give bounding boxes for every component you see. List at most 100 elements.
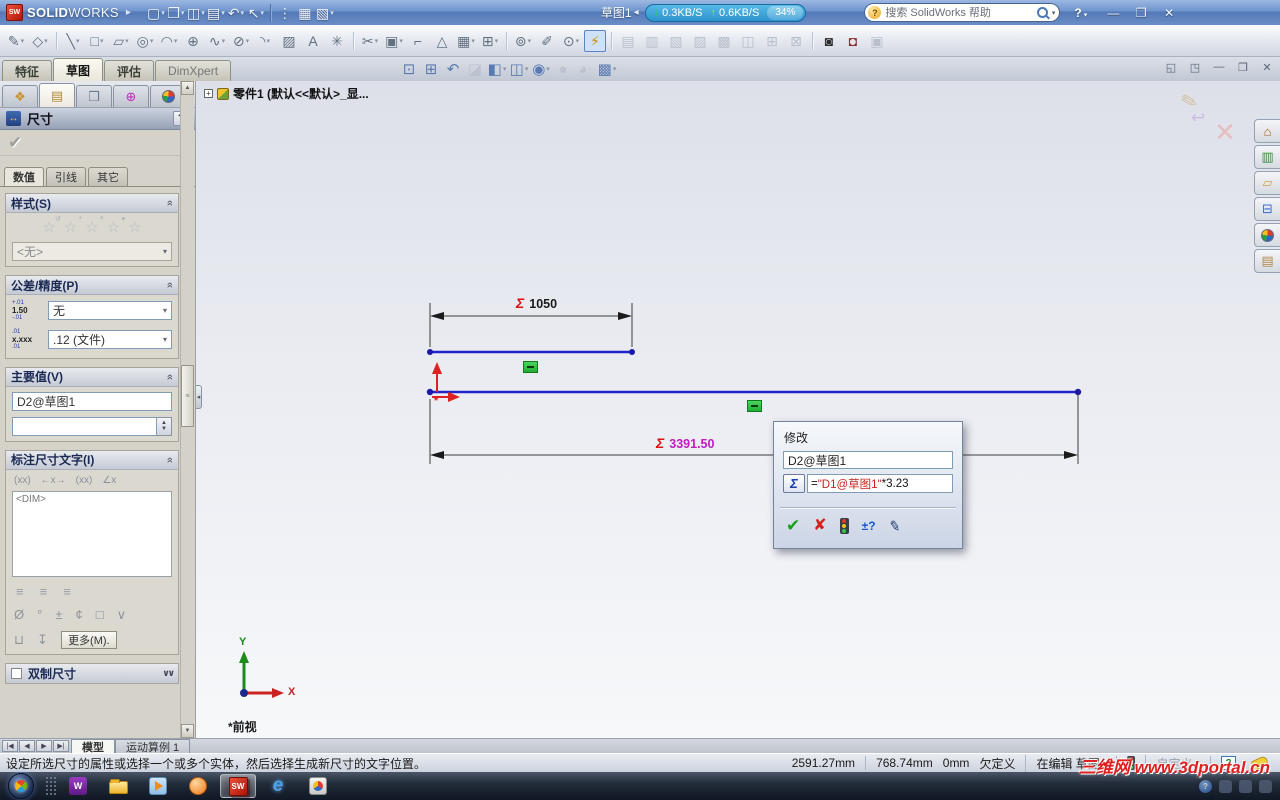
dimension-value-field[interactable] [12, 416, 157, 436]
stop-video-icon[interactable]: ▣ [866, 30, 888, 52]
text-parentheses-icon[interactable]: (xx) [14, 475, 31, 486]
repair-sketch-icon[interactable]: ✐ [536, 30, 558, 52]
square-symbol-icon[interactable]: □ [96, 607, 104, 622]
prev-tab-button[interactable]: ◀ [19, 740, 35, 752]
taskbar-solidworks-app[interactable]: SW [220, 774, 256, 798]
precision-combo[interactable]: .12 (文件) ▾ [48, 330, 172, 350]
fillet-tool-icon[interactable]: ◝ ▾ [254, 30, 276, 52]
text-offset-icon[interactable]: (xx) [76, 475, 93, 486]
scene-icon[interactable]: ▩ ▾ [596, 58, 618, 80]
ellipse-tool-icon[interactable]: ⊘ ▾ [230, 30, 252, 52]
quick-tips-toggle[interactable]: ? [1210, 756, 1246, 770]
tab-other[interactable]: 其它 [88, 167, 128, 186]
scroll-down-button[interactable]: ▼ [181, 724, 194, 738]
tab-dimxpert[interactable]: DimXpert [155, 60, 232, 81]
view-palette-tab[interactable]: ⊟ [1254, 197, 1280, 221]
zoom-area-icon[interactable]: ⊞ [420, 58, 442, 80]
edit-block-icon[interactable]: ▥ [641, 30, 663, 52]
doc-minimize-button[interactable]: — [1210, 59, 1228, 75]
open-document-icon[interactable]: ❒ ▾ [166, 3, 186, 23]
more-symbols-chevron-icon[interactable]: ∨ [117, 607, 127, 623]
taskbar-paint-app[interactable] [300, 774, 336, 798]
tree-expand-icon[interactable]: + [204, 89, 213, 98]
insert-block-icon[interactable]: ▧ [665, 30, 687, 52]
text-center-icon[interactable]: ←x→ [41, 475, 66, 486]
circle-tool-icon[interactable]: ◎ ▾ [134, 30, 156, 52]
style-icon[interactable]: ☆ [128, 218, 141, 236]
save-icon[interactable]: ◫ ▾ [186, 3, 206, 23]
modify-name-field[interactable]: D2@草图1 [783, 451, 953, 469]
offset-entities-icon[interactable]: ⌐ [407, 30, 429, 52]
mirror-entities-icon[interactable]: △ [431, 30, 453, 52]
start-button[interactable] [8, 773, 34, 799]
menu-expand-arrow[interactable]: ▸ [123, 7, 134, 18]
dimension-label-1050[interactable]: Σ 1050 [516, 295, 557, 311]
new-document-icon[interactable]: ▢ ▾ [146, 3, 166, 23]
primary-value-group-header[interactable]: 主要值(V)» [6, 367, 178, 387]
record-video-icon[interactable]: ◘ [842, 30, 864, 52]
cancel-sketch-corner-icon[interactable]: ✕ [1214, 117, 1236, 148]
style-group-header[interactable]: 样式(S)» [6, 194, 178, 213]
display-relations-icon[interactable]: ⊚ ▾ [512, 30, 534, 52]
belt-chain-icon[interactable]: ⊠ [785, 30, 807, 52]
design-library-tab[interactable]: ▥ [1254, 145, 1280, 169]
property-manager-tab[interactable]: ▤ [39, 83, 75, 107]
text-angle-icon[interactable]: ∠x [102, 475, 116, 486]
quick-snaps-icon[interactable]: ⊙ ▾ [560, 30, 582, 52]
help-search-box[interactable]: ? ▾ [864, 3, 1061, 22]
explode-block-icon[interactable]: ⊞ [761, 30, 783, 52]
shadows-icon[interactable]: ● [552, 58, 574, 80]
feature-tree-flyout[interactable]: + 零件1 (默认<<默认>_显... [204, 85, 369, 102]
zoom-fit-icon[interactable]: ⊡ [398, 58, 420, 80]
horizontal-constraint-icon[interactable] [523, 361, 538, 373]
plane-tool-icon[interactable]: ▨ [278, 30, 300, 52]
taskbar-wps-app[interactable]: W [60, 774, 96, 798]
equation-sigma-button[interactable]: Σ [783, 474, 805, 493]
tolerance-combo[interactable]: 无 ▾ [48, 301, 172, 321]
save-style-icon[interactable]: ☆ ▾ [107, 216, 125, 236]
polygon-tool-icon[interactable]: ⊕ [182, 30, 204, 52]
load-style-icon[interactable]: ☆ ↺ [42, 216, 60, 236]
feature-manager-tab[interactable]: ❖ [2, 85, 38, 107]
slot-tool-icon[interactable]: ▱ ▾ [110, 30, 132, 52]
custom-units-selector[interactable]: 自定义 ▾ [1145, 754, 1210, 772]
diameter-symbol-icon[interactable]: Ø [14, 607, 24, 622]
dimension-label-3391[interactable]: Σ 3391.50 [656, 435, 714, 451]
tab-features[interactable]: 特征 [2, 60, 53, 81]
tab-leaders[interactable]: 引线 [46, 167, 86, 186]
display-style-icon[interactable]: ◫ ▾ [508, 58, 530, 80]
appearances-tab[interactable] [1254, 223, 1280, 247]
section-view-icon[interactable]: ◪ [464, 58, 486, 80]
taskbar-media-player-app[interactable] [140, 774, 176, 798]
taskbar-grip[interactable] [46, 777, 48, 795]
restore-button[interactable]: ❐ [1131, 6, 1151, 20]
toggle-display-icon[interactable]: ⋮ [275, 3, 295, 23]
make-block-icon[interactable]: ▤ [617, 30, 639, 52]
more-symbols-button[interactable]: 更多(M). [61, 630, 117, 649]
tab-value[interactable]: 数值 [4, 167, 44, 186]
search-icon[interactable] [1036, 7, 1048, 18]
search-dropdown-arrow[interactable]: ▾ [1052, 9, 1056, 17]
model-tab[interactable]: 模型 [71, 739, 115, 754]
rebuild-status-icon[interactable] [1116, 756, 1145, 770]
scroll-up-button[interactable]: ▲ [181, 81, 194, 95]
smart-dimension-icon[interactable]: ◇ ▾ [29, 30, 51, 52]
line-tool-icon[interactable]: ╲ ▾ [62, 30, 84, 52]
dual-dimension-checkbox[interactable] [11, 667, 22, 679]
tray-icon[interactable] [1239, 779, 1252, 793]
view-orientation-icon[interactable]: ◧ ▾ [486, 58, 508, 80]
justify-center-icon[interactable]: ≡ [40, 584, 48, 599]
linear-pattern-icon[interactable]: ▦ ▾ [455, 30, 477, 52]
convert-entities-icon[interactable]: ▣ ▾ [383, 30, 405, 52]
move-entities-icon[interactable]: ⊞ ▾ [479, 30, 501, 52]
motion-study-tab[interactable]: 运动算例 1 [115, 739, 191, 754]
rectangle-tool-icon[interactable]: □ ▾ [86, 30, 108, 52]
tray-help-icon[interactable]: ? [1199, 779, 1212, 793]
graphics-area[interactable]: + 零件1 (默认<<默认>_显... ✎ ↩ ✕ ⌂ ▥ ▱ ⊟ ▤ ◂ * … [196, 81, 1280, 738]
dimension-text-box[interactable]: <DIM> [12, 490, 172, 577]
save-block-icon[interactable]: ◫ [737, 30, 759, 52]
first-tab-button[interactable]: |◀ [2, 740, 18, 752]
ok-button[interactable]: ✔ [8, 133, 22, 153]
dual-dimension-group[interactable]: 双制尺寸 ∨∨ [5, 662, 179, 684]
point-tool-icon[interactable]: ✳ [326, 30, 348, 52]
